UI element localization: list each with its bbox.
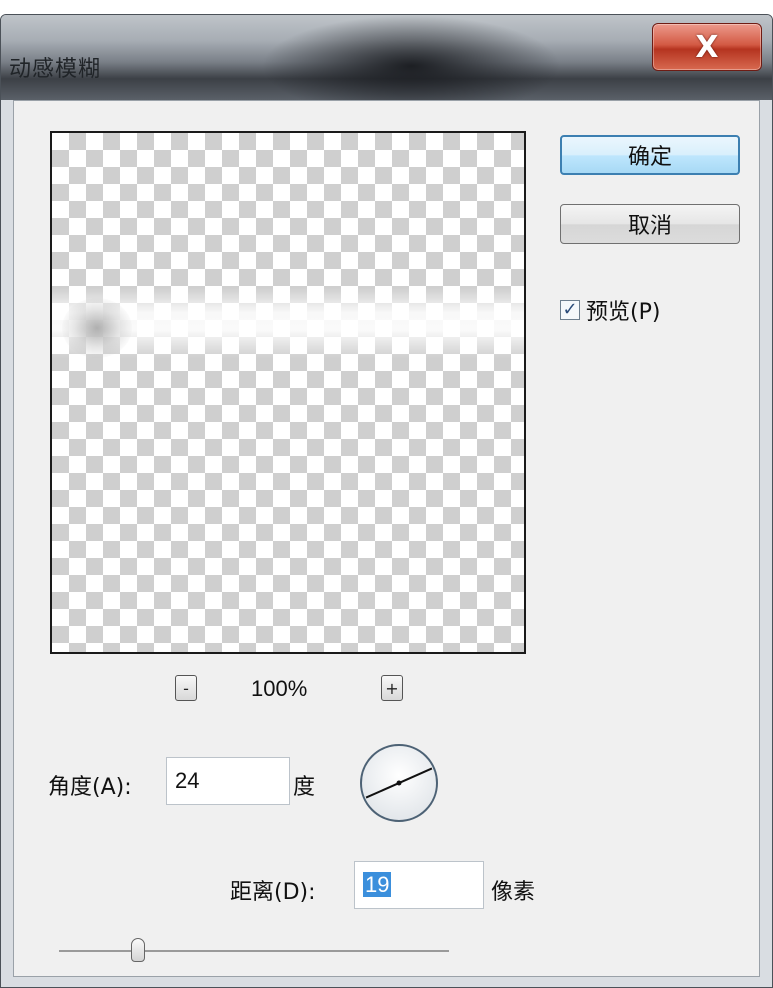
preview-canvas[interactable] — [50, 131, 526, 654]
preview-option[interactable]: ✓ 预览(P) — [560, 294, 660, 326]
distance-value: 19 — [363, 872, 392, 897]
angle-dial[interactable] — [357, 741, 441, 825]
preview-label: 预览(P) — [586, 300, 661, 325]
angle-input[interactable]: 24 — [166, 757, 290, 805]
blur-dot — [62, 298, 132, 358]
distance-unit: 像素 — [491, 880, 536, 905]
slider-thumb[interactable] — [131, 938, 145, 962]
preview-checkbox[interactable]: ✓ — [560, 300, 580, 320]
title-bar[interactable]: 动感模糊 X — [1, 15, 772, 100]
plus-icon: + — [385, 678, 399, 698]
angle-center-dot — [396, 780, 402, 786]
zoom-in-button[interactable]: + — [381, 675, 403, 701]
dialog-title: 动感模糊 — [9, 57, 102, 82]
close-icon: X — [695, 29, 719, 65]
distance-input[interactable]: 19 — [354, 861, 484, 909]
dialog-body: 确定 取消 ✓ 预览(P) - 100% + 角度(A): 24 度 距离(D)… — [13, 100, 760, 977]
angle-label: 角度(A): — [48, 775, 132, 800]
checkmark-icon: ✓ — [562, 299, 578, 320]
minus-icon: - — [183, 678, 189, 698]
distance-label: 距离(D): — [230, 880, 316, 905]
angle-unit: 度 — [293, 775, 316, 800]
ok-button[interactable]: 确定 — [560, 135, 740, 175]
zoom-level: 100% — [251, 676, 308, 701]
cancel-button[interactable]: 取消 — [560, 204, 740, 244]
slider-track — [59, 950, 449, 952]
close-button[interactable]: X — [652, 23, 762, 71]
distance-slider[interactable] — [59, 936, 449, 966]
zoom-out-button[interactable]: - — [175, 675, 197, 701]
motion-blur-dialog: 动感模糊 X 确定 取消 ✓ 预览(P) - 100% + 角度(A): 24 … — [0, 14, 773, 988]
